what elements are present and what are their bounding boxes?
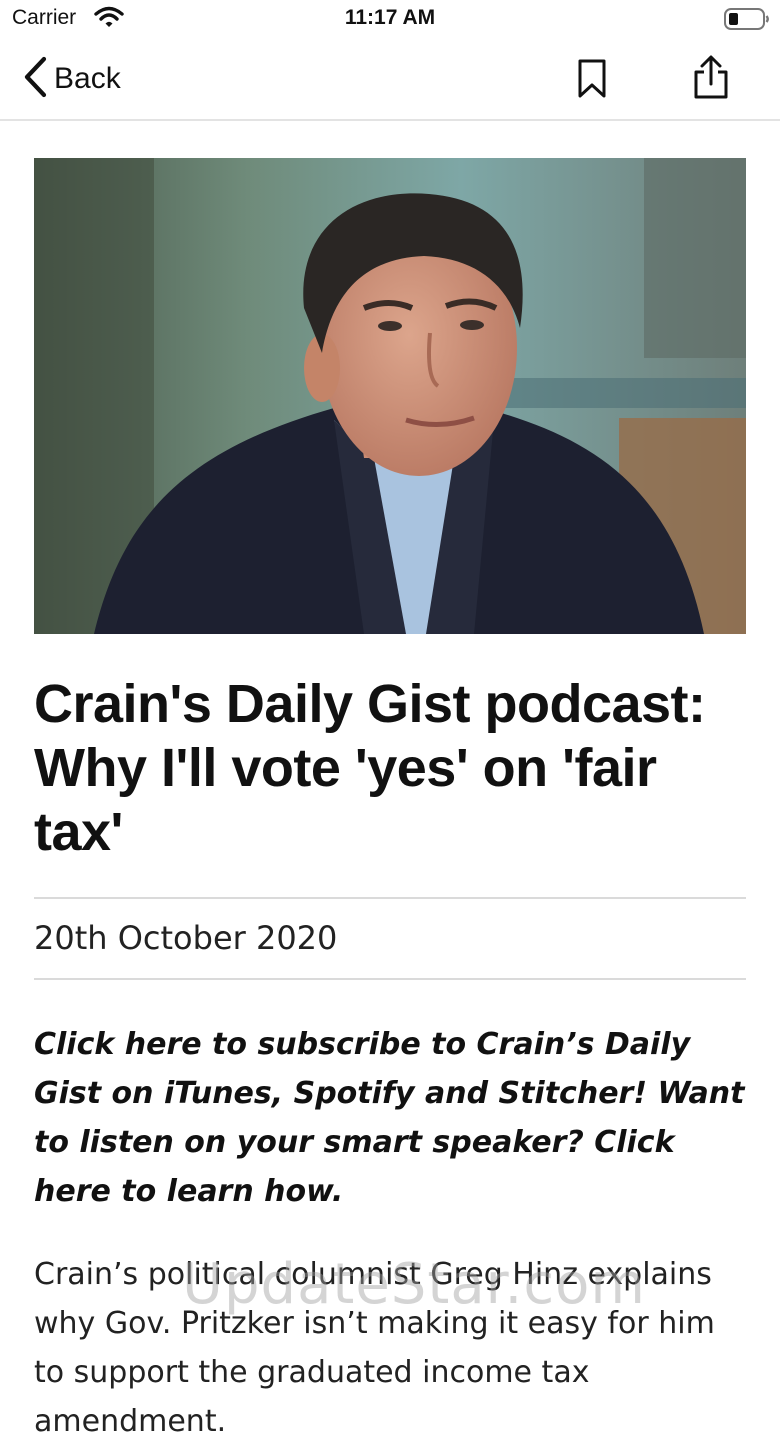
article-title: Crain's Daily Gist podcast: Why I'll vot… <box>34 674 706 862</box>
article-date: 20th October 2020 <box>34 919 338 957</box>
article-hero-photo <box>34 158 746 634</box>
navigation-bar: Back <box>0 40 780 121</box>
bookmark-button[interactable] <box>576 58 608 105</box>
divider <box>34 897 746 899</box>
divider <box>34 978 746 980</box>
subscribe-promo: Click here to subscribe to Crain’s Daily… <box>34 1020 746 1216</box>
article-body: Crain’s political columnist Greg Hinz ex… <box>34 1257 715 1439</box>
chevron-left-icon <box>22 55 48 104</box>
share-button[interactable] <box>692 54 730 105</box>
back-button[interactable]: Back <box>22 56 121 102</box>
status-time: 11:17 AM <box>344 6 436 29</box>
battery-icon <box>724 8 770 35</box>
bookmark-icon <box>576 59 608 104</box>
back-label: Back <box>54 62 121 95</box>
share-icon <box>692 55 730 104</box>
subscribe-link[interactable]: Click here to subscribe to Crain’s Daily… <box>34 1027 690 1111</box>
status-bar: Carrier 11:17 AM <box>0 0 780 40</box>
